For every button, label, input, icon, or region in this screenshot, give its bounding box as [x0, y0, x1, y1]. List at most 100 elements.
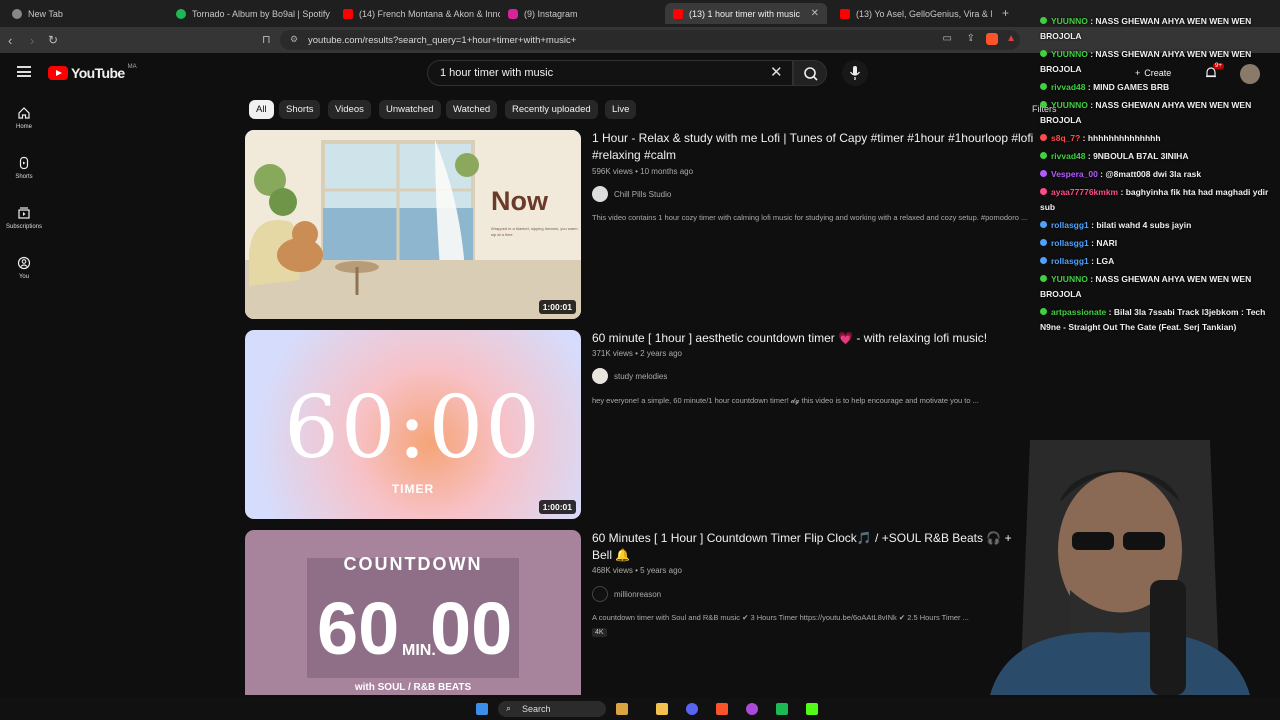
search-input[interactable]: 1 hour timer with music — [427, 60, 793, 86]
spotify-icon — [176, 8, 186, 19]
chat-message: ayaa77776kmkm : baghyinha fik hta had ma… — [1040, 185, 1275, 215]
video-thumbnail[interactable]: 60:00 TIMER 1:00:01 — [245, 330, 581, 519]
chat-text: LGA — [1096, 256, 1115, 266]
windows-start-icon[interactable] — [476, 703, 488, 715]
tab-spotify[interactable]: Tornado - Album by Bo9al | Spotify — [168, 3, 333, 24]
sidebar-item-you[interactable]: You — [0, 256, 48, 280]
chat-message: YUUNNO : NASS GHEWAN AHYA WEN WEN WEN BR… — [1040, 272, 1275, 302]
back-icon[interactable]: ‹ — [8, 33, 12, 48]
channel-name: study melodies — [614, 371, 668, 381]
thumbnail-title: Now — [491, 186, 548, 216]
sidebar-item-label: Subscriptions — [5, 224, 43, 230]
cast-icon[interactable]: ▭ — [943, 33, 952, 44]
video-title[interactable]: 1 Hour - Relax & study with me Lofi | Tu… — [592, 130, 1042, 164]
discord-icon[interactable] — [686, 703, 698, 715]
chat-badge-icon — [1040, 134, 1047, 141]
chat-message: rollasgg1 : bilati wahd 4 subs jayin — [1040, 218, 1275, 233]
kick-icon[interactable] — [806, 703, 818, 715]
tab-1-hour-timer[interactable]: (13) 1 hour timer with music - Yo ✕ — [665, 3, 827, 24]
clear-search-icon[interactable]: ✕ — [770, 63, 783, 81]
chat-username: ayaa77776kmkm — [1051, 187, 1119, 197]
chat-badge-icon — [1040, 170, 1047, 177]
tab-french-montana[interactable]: (14) French Montana & Akon & Inno — [335, 3, 500, 24]
chip-recently-uploaded[interactable]: Recently uploaded — [505, 100, 598, 119]
tab-yo-asel[interactable]: (13) Yo Asel, GelloGenius, Vira & Nad — [832, 3, 992, 24]
share-icon[interactable]: ⇪ — [967, 33, 975, 44]
channel-link[interactable]: Chill Pills Studio — [592, 186, 671, 202]
file-explorer-icon[interactable] — [656, 703, 668, 715]
video-meta: 371K views • 2 years ago — [592, 349, 682, 358]
chat-separator: : — [1085, 151, 1094, 161]
chat-message: YUUNNO : NASS GHEWAN AHYA WEN WEN WEN BR… — [1040, 14, 1275, 44]
video-title[interactable]: 60 minute [ 1hour ] aesthetic countdown … — [592, 330, 1042, 347]
video-thumbnail[interactable]: Now Wrapped in a blanket, sipping dreams… — [245, 130, 581, 319]
channel-link[interactable]: study melodies — [592, 368, 667, 384]
bookmark-icon[interactable]: ⊓ — [262, 33, 271, 46]
forward-icon[interactable]: › — [30, 33, 34, 48]
site-info-icon[interactable]: ⚙ — [290, 34, 298, 45]
video-description: This video contains 1 hour cozy timer wi… — [592, 213, 1028, 222]
chat-badge-icon — [1040, 257, 1047, 264]
chip-all[interactable]: All — [249, 100, 274, 119]
chip-unwatched[interactable]: Unwatched — [379, 100, 441, 119]
chat-badge-icon — [1040, 101, 1047, 108]
video-meta: 596K views • 10 months ago — [592, 167, 694, 176]
new-tab-icon[interactable]: + — [1002, 6, 1009, 20]
tab-label: (14) French Montana & Akon & Inno — [359, 8, 500, 19]
chat-text: @8matt008 dwi 3la rask — [1105, 169, 1202, 179]
thumbnail-timer: 60:00 — [284, 378, 542, 478]
channel-link[interactable]: millionreason — [592, 586, 661, 602]
chat-username: YUUNNO — [1051, 16, 1088, 26]
chat-separator: : — [1118, 187, 1126, 197]
brave-rewards-icon[interactable]: ▲ — [1006, 33, 1016, 44]
chip-live[interactable]: Live — [605, 100, 637, 119]
chat-username: rollasgg1 — [1051, 238, 1089, 248]
chat-text: bilati wahd 4 subs jayin — [1096, 220, 1192, 230]
chat-badge-icon — [1040, 308, 1047, 315]
taskbar-search[interactable]: ⌕ Search — [498, 701, 606, 717]
channel-avatar[interactable] — [592, 586, 608, 602]
video-thumbnail[interactable]: COUNTDOWN 60 MIN. 00 with SOUL / R&B BEA… — [245, 530, 581, 695]
youtube-icon — [343, 8, 353, 19]
video-meta: 468K views • 5 years ago — [592, 566, 682, 575]
chat-badge-icon — [1040, 152, 1047, 159]
close-tab-icon[interactable]: ✕ — [811, 8, 819, 19]
chat-username: artpassionate — [1051, 307, 1107, 317]
sidebar-item-home[interactable]: Home — [0, 106, 48, 130]
taskbar-widget-icon[interactable] — [616, 703, 628, 715]
menu-icon[interactable] — [17, 66, 31, 77]
youtube-logo[interactable]: YouTube MA — [48, 64, 137, 81]
sidebar-item-shorts[interactable]: Shorts — [0, 156, 48, 180]
chip-watched[interactable]: Watched — [446, 100, 498, 119]
channel-avatar[interactable] — [592, 186, 608, 202]
chat-message: YUUNNO : NASS GHEWAN AHYA WEN WEN WEN BR… — [1040, 98, 1275, 128]
chat-badge-icon — [1040, 239, 1047, 246]
brave-shield-icon[interactable] — [986, 33, 998, 45]
chat-badge-icon — [1040, 275, 1047, 282]
reload-icon[interactable]: ↻ — [48, 33, 58, 47]
app-icon[interactable] — [746, 703, 758, 715]
url-bar[interactable]: ⚙ youtube.com/results?search_query=1+hou… — [280, 30, 1020, 50]
app-icon[interactable] — [776, 703, 788, 715]
tab-instagram[interactable]: (9) Instagram — [500, 3, 660, 24]
chat-username: Vespera_00 — [1051, 169, 1098, 179]
search-button[interactable] — [793, 60, 827, 86]
chat-message: artpassionate : Bilal 3la 7ssabi Track l… — [1040, 305, 1275, 335]
chat-username: rivvad48 — [1051, 151, 1086, 161]
thumbnail-seconds: 00 — [430, 587, 513, 670]
chip-shorts[interactable]: Shorts — [279, 100, 321, 119]
chat-badge-icon — [1040, 50, 1047, 57]
thumbnail-title: COUNTDOWN — [343, 554, 483, 574]
channel-avatar[interactable] — [592, 368, 608, 384]
chat-badge-icon — [1040, 83, 1047, 90]
chip-videos[interactable]: Videos — [328, 100, 371, 119]
chip-label: Videos — [335, 104, 364, 115]
brave-browser-icon[interactable] — [716, 703, 728, 715]
chat-message: Vespera_00 : @8matt008 dwi 3la rask — [1040, 167, 1275, 182]
tab-new-tab[interactable]: New Tab — [4, 3, 164, 24]
chat-username: rivvad48 — [1051, 82, 1086, 92]
sidebar-item-subscriptions[interactable]: Subscriptions — [0, 206, 48, 230]
thumbnail-footer: with SOUL / R&B BEATS — [354, 682, 472, 693]
voice-search-button[interactable] — [842, 60, 868, 86]
chat-message: rivvad48 : MIND GAMES BRB — [1040, 80, 1275, 95]
